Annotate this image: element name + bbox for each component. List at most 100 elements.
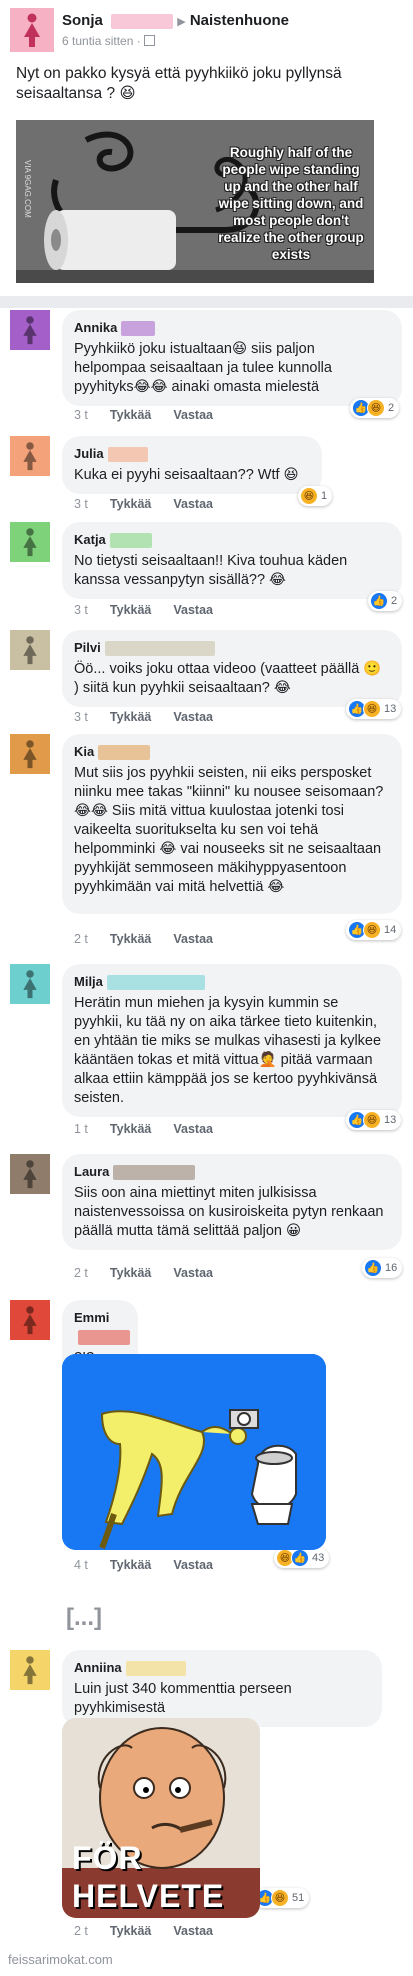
reaction-count: 13 [384,1114,397,1126]
reply-button[interactable]: Vastaa [173,1266,213,1280]
avatar[interactable] [10,1650,50,1690]
comment-text: Pyyhkiikö joku istualtaan😆 siis paljon h… [74,341,336,395]
reaction-summary[interactable]: 👍 😆 14 [346,920,402,940]
comment-actions: 2 t Tykkää Vastaa [74,1924,235,1938]
comment-bubble: Julia Kuka ei pyyhi seisaaltaan?? Wtf 😆 [62,436,322,494]
reaction-count: 13 [384,703,397,715]
comment-time[interactable]: 1 t [74,1122,88,1136]
comment-time[interactable]: 3 t [74,603,88,617]
like-button[interactable]: Tykkää [110,1266,151,1280]
comment-actions: 4 t Tykkää Vastaa [74,1558,235,1572]
reaction-summary[interactable]: 👍 😆 13 [346,1110,402,1130]
reply-button[interactable]: Vastaa [173,408,213,422]
laughing-face-icon: 😆 [367,399,385,417]
like-button[interactable]: Tykkää [110,1558,151,1572]
reply-button[interactable]: Vastaa [173,932,213,946]
commenter-name[interactable]: Pilvi [74,638,101,657]
comment-time[interactable]: 3 t [74,408,88,422]
reaction-count: 14 [384,924,397,936]
commenter-name[interactable]: Anniina [74,1658,122,1677]
reaction-summary[interactable]: 👍 😆 2 [350,398,400,418]
comment-time[interactable]: 2 t [74,932,88,946]
female-user-icon [23,528,37,557]
like-button[interactable]: Tykkää [110,1924,151,1938]
comment-time[interactable]: 4 t [74,1558,88,1572]
like-button[interactable]: Tykkää [110,710,151,724]
avatar[interactable] [10,436,50,476]
commenter-name[interactable]: Annika [74,318,117,337]
post-text: Nyt on pakko kysyä että pyyhkiikö joku p… [16,65,342,102]
post-time[interactable]: 6 tuntia sitten · [62,34,156,48]
commenter-name[interactable]: Emmi [74,1308,109,1327]
comment-time[interactable]: 2 t [74,1924,88,1938]
redacted-surname [125,1660,186,1676]
comment-text: Siis oon aina miettinyt miten julkisissa… [74,1185,388,1239]
avatar[interactable] [10,522,50,562]
like-button[interactable]: Tykkää [110,497,151,511]
commenter-name[interactable]: Laura [74,1162,109,1181]
meme-caption-line2: HELVETE [72,1878,225,1914]
reply-button[interactable]: Vastaa [173,603,213,617]
reply-button[interactable]: Vastaa [173,710,213,724]
comment-text: No tietysti seisaaltaan!! Kiva touhua kä… [74,553,352,588]
omitted-comments: [...] [66,1604,102,1631]
reaction-summary[interactable]: 👍 2 [368,591,403,611]
comment-image-for-helvete[interactable]: FÖR HELVETE [62,1718,260,1918]
like-button[interactable]: Tykkää [110,932,151,946]
comment-actions: 2 t Tykkää Vastaa [74,932,235,946]
avatar[interactable] [10,964,50,1004]
reply-button[interactable]: Vastaa [173,1122,213,1136]
commenter-name[interactable]: Katja [74,530,106,549]
like-button[interactable]: Tykkää [110,408,151,422]
avatar[interactable] [10,1154,50,1194]
thumbs-up-icon: 👍 [364,1259,382,1277]
commenter-name[interactable]: Milja [74,972,103,991]
author-name[interactable]: Sonja [62,12,103,29]
reaction-count: 2 [391,595,398,607]
arrow-icon: ▶ [177,16,186,28]
reply-button[interactable]: Vastaa [173,1558,213,1572]
avatar[interactable] [10,310,50,350]
comment-time[interactable]: 3 t [74,497,88,511]
reply-button[interactable]: Vastaa [173,1924,213,1938]
calendar-icon [144,35,156,46]
redacted-surname [111,13,174,29]
like-button[interactable]: Tykkää [110,1122,151,1136]
meme-watermark: VIA 9GAG.COM [23,160,32,218]
avatar[interactable] [10,1300,50,1340]
reaction-summary[interactable]: 😆 1 [298,486,333,506]
avatar[interactable] [10,630,50,670]
female-user-icon [23,1306,37,1335]
reaction-summary[interactable]: 👍 😆 51 [254,1888,310,1908]
comment-image-drawing[interactable] [62,1354,326,1550]
reaction-summary[interactable]: 👍 😆 13 [346,699,402,719]
site-watermark: feissarimokat.com [8,1952,113,1967]
person-wiping-drawing [62,1354,326,1550]
redacted-surname [109,532,152,548]
meme-image[interactable]: VIA 9GAG.COM Roughly half of the people … [16,120,374,283]
commenter-name[interactable]: Kia [74,742,94,761]
comment-time[interactable]: 2 t [74,1266,88,1280]
avatar[interactable] [10,734,50,774]
commenter-name[interactable]: Julia [74,444,104,463]
laughing-face-icon: 😆 [363,1111,381,1129]
group-name[interactable]: Naistenhuone [190,12,289,29]
comment-actions: 2 t Tykkää Vastaa [74,1266,235,1280]
comment-actions: 3 t Tykkää Vastaa [74,408,235,422]
reaction-summary[interactable]: 😆 👍 43 [274,1548,330,1568]
comment-text: Kuka ei pyyhi seisaaltaan?? Wtf 😆 [74,467,299,483]
female-user-icon [23,1160,37,1189]
reply-button[interactable]: Vastaa [173,497,213,511]
comment-time[interactable]: 3 t [74,710,88,724]
comment-actions: 3 t Tykkää Vastaa [74,710,235,724]
comment-bubble: Kia Mut siis jos pyyhkii seisten, nii eik… [62,734,402,914]
like-button[interactable]: Tykkää [110,603,151,617]
comment-actions: 1 t Tykkää Vastaa [74,1122,235,1136]
meme-caption: Roughly half of the people wipe standing… [218,145,364,262]
reaction-summary[interactable]: 👍 16 [362,1258,403,1278]
comment-text: Mut siis jos pyyhkii seisten, nii eiks p… [74,765,388,895]
avatar[interactable] [10,8,54,52]
female-user-icon [23,970,37,999]
comment-bubble: Laura Siis oon aina miettinyt miten julki… [62,1154,402,1250]
comment-text: Luin just 340 kommenttia perseen pyyhkim… [74,1681,296,1716]
